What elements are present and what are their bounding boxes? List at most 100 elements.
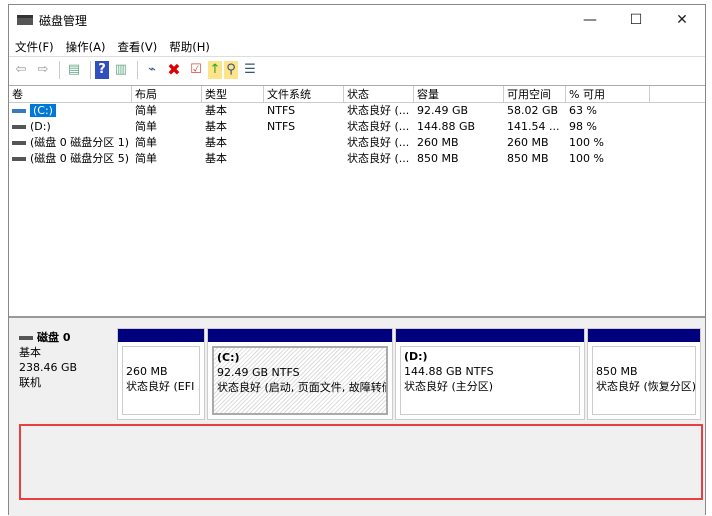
menu-help[interactable]: 帮助(H) (163, 37, 216, 57)
highlighted-empty-area (19, 424, 703, 500)
partition-block[interactable]: (D:) 144.88 GB NTFS 状态良好 (主分区) (395, 328, 585, 420)
window-title: 磁盘管理 (39, 13, 88, 28)
forward-icon[interactable]: ⇨ (33, 60, 53, 80)
col-blank (650, 86, 705, 102)
cell-text: 98 % (569, 120, 597, 133)
close-button[interactable]: ✕ (659, 5, 705, 35)
capacity-cell: 260 MB (414, 135, 504, 151)
partition-block[interactable]: (C:) 92.49 GB NTFS 状态良好 (启动, 页面文件, 故障转储 (207, 328, 393, 420)
col-percent-free[interactable]: % 可用 (566, 86, 650, 102)
partition-label (126, 349, 196, 364)
table-header: 卷 布局 类型 文件系统 状态 容量 可用空间 % 可用 (9, 86, 705, 103)
disk-0-label[interactable]: 磁盘 0 基本 238.46 GB 联机 (13, 326, 113, 420)
partition-label: (D:) (404, 350, 428, 363)
col-status[interactable]: 状态 (344, 86, 414, 102)
view-icon[interactable]: ▥ (111, 60, 131, 80)
partition-label (596, 349, 692, 364)
partition-block[interactable]: 260 MB 状态良好 (EFI 系 (117, 328, 205, 420)
partition-map: 260 MB 状态良好 (EFI 系 (C:) 92.49 GB NTFS 状态良好 (… (117, 328, 701, 420)
col-capacity[interactable]: 容量 (414, 86, 504, 102)
partition-bar (118, 329, 204, 342)
partition-info: (C:) 92.49 GB NTFS 状态良好 (启动, 页面文件, 故障转储 (212, 346, 388, 415)
partition-status: 状态良好 (启动, 页面文件, 故障转储 (217, 381, 388, 394)
filesystem-cell (264, 135, 344, 151)
folder-up-icon[interactable]: ↑ (208, 60, 222, 79)
cell-text: 简单 (135, 152, 157, 165)
table-row[interactable]: (磁盘 0 磁盘分区 1) 简单 基本 状态良好 (... 260 MB 260 MB 10… (9, 135, 705, 151)
cell-text: 基本 (205, 152, 227, 165)
col-type[interactable]: 类型 (202, 86, 264, 102)
table-row[interactable]: (C:) 简单 基本 NTFS 状态良好 (... 92.49 GB 58.02 GB 63 … (9, 103, 705, 119)
menu-action[interactable]: 操作(A) (60, 37, 112, 57)
back-icon[interactable]: ⇦ (11, 60, 31, 80)
layout-cell: 简单 (132, 151, 202, 167)
disk-management-window: 磁盘管理 — ☐ ✕ 文件(F) 操作(A) 查看(V) 帮助(H) ⇦ ⇨ ▤… (8, 4, 706, 516)
connect-icon[interactable]: ⌁ (142, 60, 162, 80)
free-space-cell: 260 MB (504, 135, 566, 151)
search-folder-icon[interactable]: ⚲ (224, 60, 238, 79)
toolbar: ⇦ ⇨ ▤ ? ▥ ⌁ ✖ ☑ ↑ ⚲ ☰ (9, 56, 705, 82)
cell-text: 状态良好 (... (347, 120, 410, 133)
col-filesystem[interactable]: 文件系统 (264, 86, 344, 102)
status-cell: 状态良好 (... (344, 135, 414, 151)
partition-status: 状态良好 (恢复分区) (596, 380, 696, 393)
cell-text: 基本 (205, 104, 227, 117)
properties-icon[interactable]: ☰ (240, 60, 260, 80)
partition-block[interactable]: 850 MB 状态良好 (恢复分区) (587, 328, 701, 420)
free-space-cell: 58.02 GB (504, 103, 566, 119)
maximize-button[interactable]: ☐ (613, 5, 659, 35)
volume-icon (12, 141, 26, 145)
help-icon[interactable]: ? (95, 60, 109, 79)
cell-text: 92.49 GB (417, 104, 469, 117)
volume-cell: (磁盘 0 磁盘分区 5) (9, 151, 132, 167)
cell-text: 144.88 GB (417, 120, 476, 133)
cell-text: 58.02 GB (507, 104, 559, 117)
table-row[interactable]: (D:) 简单 基本 NTFS 状态良好 (... 144.88 GB 141.54 ...… (9, 119, 705, 135)
col-layout[interactable]: 布局 (132, 86, 202, 102)
console-icon[interactable]: ▤ (64, 60, 84, 80)
volume-cell: (C:) (9, 103, 132, 119)
menu-bar: 文件(F) 操作(A) 查看(V) 帮助(H) (9, 37, 216, 57)
type-cell: 基本 (202, 135, 264, 151)
disk-name: 磁盘 0 (37, 331, 71, 344)
free-space-cell: 850 MB (504, 151, 566, 167)
percent-free-cell: 98 % (566, 119, 650, 135)
layout-cell: 简单 (132, 103, 202, 119)
cell-text: 850 MB (417, 152, 459, 165)
status-cell: 状态良好 (... (344, 103, 414, 119)
cell-text: NTFS (267, 104, 296, 117)
cell-text: 260 MB (417, 136, 459, 149)
volume-icon (12, 157, 26, 161)
cell-text: (C:) (30, 104, 56, 117)
col-volume[interactable]: 卷 (9, 86, 132, 102)
cell-text: 简单 (135, 120, 157, 133)
cell-text: 100 % (569, 136, 604, 149)
delete-icon[interactable]: ✖ (164, 60, 184, 80)
cell-text: 260 MB (507, 136, 549, 149)
cell-text: 状态良好 (... (347, 152, 410, 165)
partition-size: 850 MB (596, 365, 638, 378)
filesystem-cell (264, 151, 344, 167)
volume-icon (12, 109, 26, 113)
percent-free-cell: 63 % (566, 103, 650, 119)
disk-graph-pane: 磁盘 0 基本 238.46 GB 联机 260 MB 状态良好 (EFI 系 (C… (9, 316, 705, 516)
partition-info: (D:) 144.88 GB NTFS 状态良好 (主分区) (400, 346, 580, 415)
menu-view[interactable]: 查看(V) (111, 37, 163, 57)
partition-status: 状态良好 (主分区) (404, 380, 494, 393)
cell-text: 状态良好 (... (347, 136, 410, 149)
volume-cell: (磁盘 0 磁盘分区 1) (9, 135, 132, 151)
col-free[interactable]: 可用空间 (504, 86, 566, 102)
title-bar: 磁盘管理 — ☐ ✕ (9, 5, 705, 35)
type-cell: 基本 (202, 119, 264, 135)
table-row[interactable]: (磁盘 0 磁盘分区 5) 简单 基本 状态良好 (... 850 MB 850 MB 10… (9, 151, 705, 167)
check-icon[interactable]: ☑ (186, 60, 206, 80)
disk-size: 238.46 GB (19, 361, 78, 374)
partition-size: 144.88 GB NTFS (404, 365, 494, 378)
volume-list: 卷 布局 类型 文件系统 状态 容量 可用空间 % 可用 (C:) 简单 基本 NTF… (9, 85, 705, 315)
menu-file[interactable]: 文件(F) (9, 37, 60, 57)
cell-text: 状态良好 (... (347, 104, 410, 117)
cell-text: 141.54 ... (507, 120, 560, 133)
partition-bar (208, 329, 392, 342)
minimize-button[interactable]: — (567, 5, 613, 35)
partition-bar (588, 329, 700, 342)
